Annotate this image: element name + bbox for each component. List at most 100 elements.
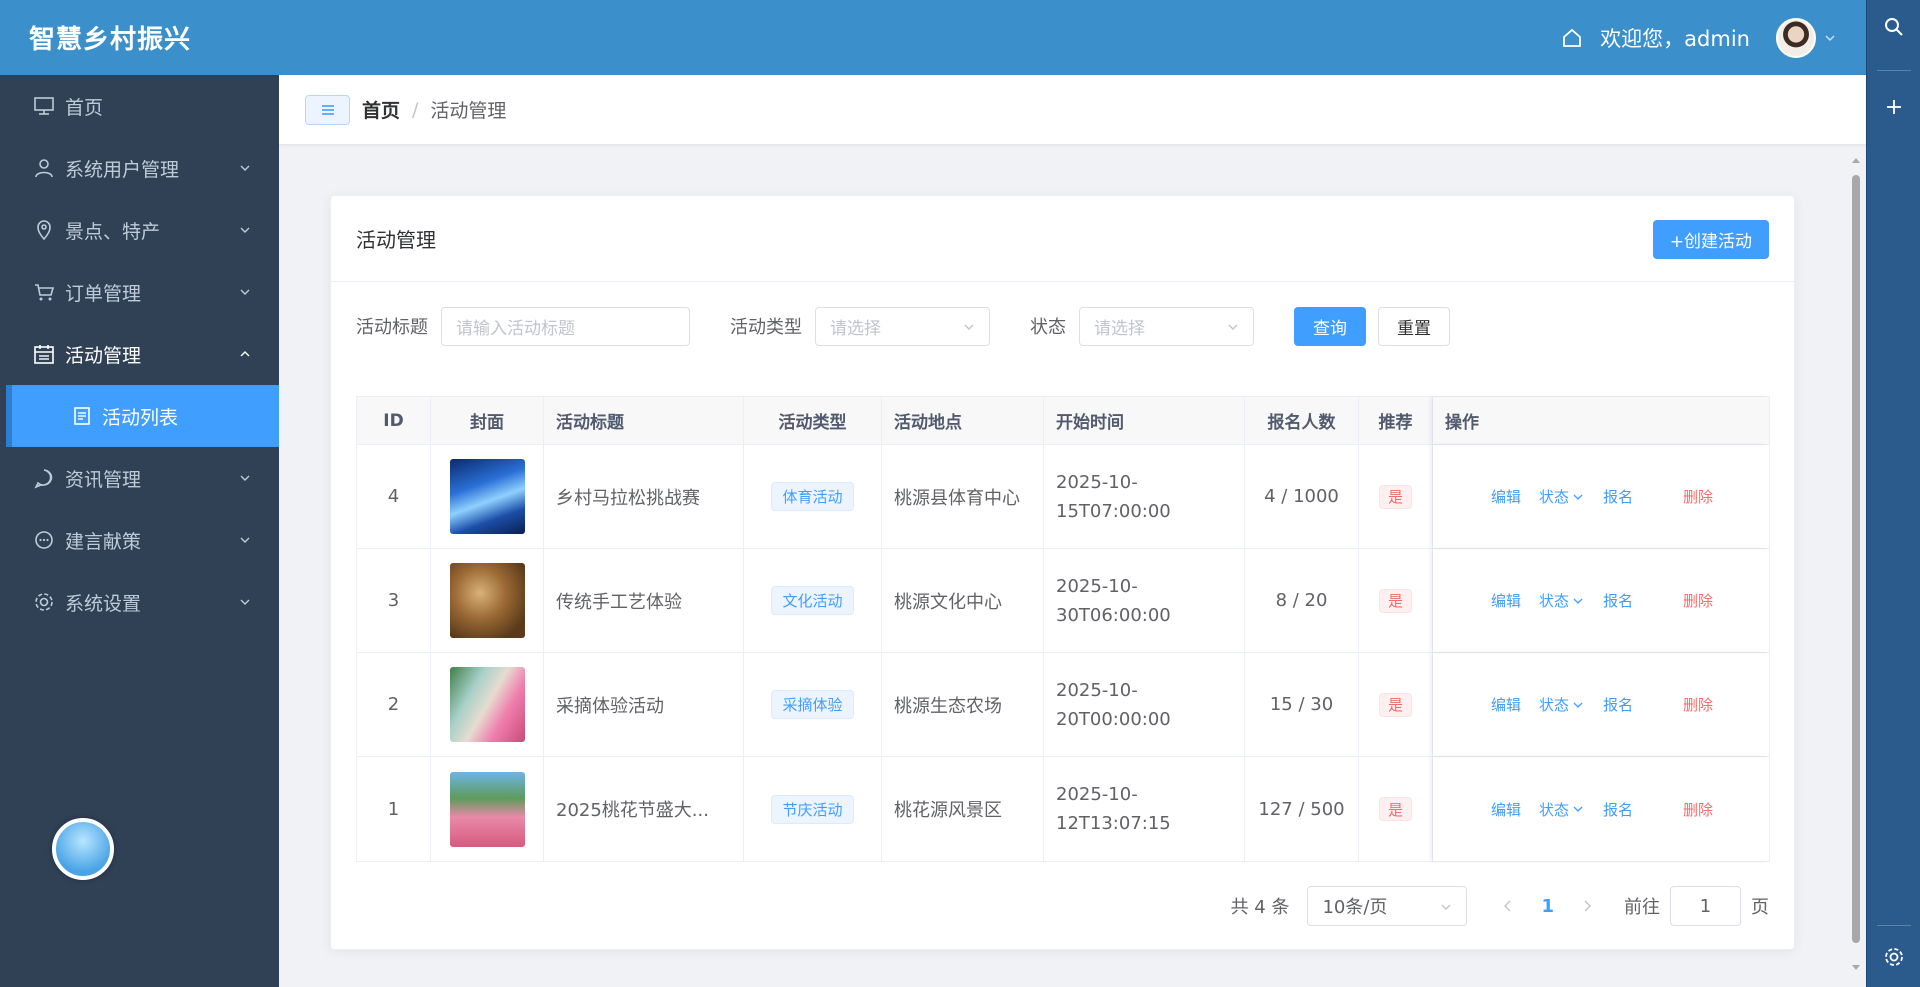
header-user-area: 欢迎您，admin — [1560, 0, 1836, 75]
status-select[interactable]: 请选择 — [1079, 306, 1254, 346]
chevron-down-icon — [963, 321, 975, 333]
cart-icon — [33, 281, 55, 303]
page-size-value: 10条/页 — [1322, 897, 1388, 918]
sidebar-item-orders[interactable]: 订单管理 — [0, 261, 279, 323]
start-time-text: 2025-10-12T13:07:15 — [1056, 784, 1171, 834]
sidebar-item-home[interactable]: 首页 — [0, 75, 279, 137]
activity-table: ID 封面 活动标题 活动类型 活动地点 开始时间 报名人数 推荐 操作 4 乡… — [356, 396, 1770, 862]
prev-page-icon[interactable] — [1501, 899, 1515, 913]
enroll-button[interactable]: 报名 — [1603, 590, 1633, 611]
sidebar-subitem-activity-list[interactable]: 活动列表 — [6, 385, 279, 447]
cell-location: 桃源生态农场 — [882, 653, 1044, 756]
create-activity-button[interactable]: +创建活动 — [1652, 220, 1769, 259]
column-header-ops: 操作 — [1433, 397, 1769, 444]
delete-button[interactable]: 删除 — [1683, 486, 1713, 507]
start-time-text: 2025-10-30T06:00:00 — [1056, 575, 1171, 626]
enroll-button[interactable]: 报名 — [1603, 486, 1633, 507]
cell-ops: 编辑 状态 报名 删除 — [1433, 653, 1769, 756]
status-dropdown[interactable]: 状态 — [1539, 799, 1583, 820]
breadcrumb-home[interactable]: 首页 — [362, 96, 400, 123]
cell-recommend: 是 — [1359, 757, 1433, 861]
scrollbar-thumb[interactable] — [1852, 175, 1860, 943]
sidebar-item-label: 系统设置 — [65, 592, 142, 615]
column-header-recommend: 推荐 — [1359, 397, 1433, 444]
goto-page-input[interactable]: 1 — [1670, 886, 1741, 926]
home-icon[interactable] — [1560, 26, 1584, 50]
cell-enroll-count: 8 / 20 — [1245, 549, 1359, 652]
delete-button[interactable]: 删除 — [1683, 799, 1713, 820]
reset-button[interactable]: 重置 — [1378, 306, 1450, 346]
chevron-down-icon — [1227, 321, 1239, 333]
calendar-icon — [33, 343, 55, 365]
page-scrollbar[interactable] — [1850, 155, 1862, 975]
cover-image[interactable] — [449, 563, 525, 638]
sidebar-item-attractions[interactable]: 景点、特产 — [0, 199, 279, 261]
cell-type: 文化活动 — [744, 549, 882, 652]
settings-icon[interactable] — [1867, 930, 1920, 984]
scroll-down-arrow-icon[interactable] — [1851, 963, 1861, 973]
chevron-down-icon — [239, 224, 251, 236]
floating-assistant-ball[interactable] — [52, 818, 114, 880]
cell-recommend: 是 — [1359, 445, 1433, 548]
cell-start-time: 2025-10-15T07:00:00 — [1044, 445, 1245, 548]
edit-button[interactable]: 编辑 — [1491, 799, 1521, 820]
type-select[interactable]: 请选择 — [815, 306, 990, 346]
chevron-down-icon[interactable] — [1824, 32, 1836, 44]
sidebar-item-settings[interactable]: 系统设置 — [0, 571, 279, 633]
chevron-down-icon — [239, 162, 251, 174]
page-size-select[interactable]: 10条/页 — [1307, 886, 1468, 926]
type-tag: 体育活动 — [771, 482, 854, 511]
column-header-type: 活动类型 — [744, 397, 882, 444]
enroll-button[interactable]: 报名 — [1603, 694, 1633, 715]
next-page-icon[interactable] — [1580, 899, 1594, 913]
card-header: 活动管理 +创建活动 — [331, 196, 1794, 282]
location-icon — [33, 219, 55, 241]
page-number-current[interactable]: 1 — [1541, 896, 1554, 917]
chevron-down-icon — [239, 534, 251, 546]
cell-start-time: 2025-10-20T00:00:00 — [1044, 653, 1245, 756]
sidebar-item-activities[interactable]: 活动管理 — [0, 323, 279, 385]
delete-button[interactable]: 删除 — [1683, 694, 1713, 715]
chevron-down-icon — [1573, 804, 1583, 814]
document-icon — [72, 406, 92, 426]
status-select-placeholder: 请选择 — [1094, 318, 1145, 339]
enroll-button[interactable]: 报名 — [1603, 799, 1633, 820]
edit-button[interactable]: 编辑 — [1491, 590, 1521, 611]
chevron-down-icon — [239, 472, 251, 484]
scroll-up-arrow-icon[interactable] — [1851, 155, 1861, 165]
chat-icon — [33, 467, 55, 489]
activity-card: 活动管理 +创建活动 活动标题 请输入活动标题 活动类型 请选择 状态 请选择 … — [330, 195, 1795, 950]
status-dropdown-label: 状态 — [1539, 592, 1570, 610]
recommend-tag: 是 — [1378, 692, 1412, 717]
cell-start-time: 2025-10-30T06:00:00 — [1044, 549, 1245, 652]
cell-location: 桃源县体育中心 — [882, 445, 1044, 548]
status-dropdown[interactable]: 状态 — [1539, 590, 1583, 611]
chevron-down-icon — [1573, 700, 1583, 710]
sidebar-item-suggestions[interactable]: 建言献策 — [0, 509, 279, 571]
monitor-icon — [33, 95, 55, 117]
status-dropdown[interactable]: 状态 — [1539, 694, 1583, 715]
status-dropdown[interactable]: 状态 — [1539, 486, 1583, 507]
cell-id: 3 — [357, 549, 431, 652]
sidebar-item-news[interactable]: 资讯管理 — [0, 447, 279, 509]
query-button[interactable]: 查询 — [1294, 306, 1366, 346]
cell-title: 乡村马拉松挑战赛 — [544, 445, 744, 548]
start-time-text: 2025-10-20T00:00:00 — [1056, 679, 1171, 730]
delete-button[interactable]: 删除 — [1683, 590, 1713, 611]
cell-ops: 编辑 状态 报名 删除 — [1433, 445, 1769, 548]
sidebar-item-users[interactable]: 系统用户管理 — [0, 137, 279, 199]
table-row: 4 乡村马拉松挑战赛 体育活动 桃源县体育中心 2025-10-15T07:00… — [357, 445, 1769, 549]
cell-cover — [431, 445, 544, 548]
search-icon[interactable] — [1867, 0, 1920, 54]
cover-image[interactable] — [449, 459, 525, 534]
edit-button[interactable]: 编辑 — [1491, 486, 1521, 507]
cover-image[interactable] — [449, 667, 525, 742]
avatar[interactable] — [1776, 17, 1816, 58]
edit-button[interactable]: 编辑 — [1491, 694, 1521, 715]
cover-image[interactable] — [449, 771, 525, 847]
plus-icon[interactable] — [1867, 80, 1920, 134]
title-search-input[interactable]: 请输入活动标题 — [441, 306, 690, 346]
menu-toggle-icon[interactable] — [305, 94, 350, 125]
sidebar-item-label: 活动管理 — [65, 344, 142, 367]
cell-title: 传统手工艺体验 — [544, 549, 744, 652]
